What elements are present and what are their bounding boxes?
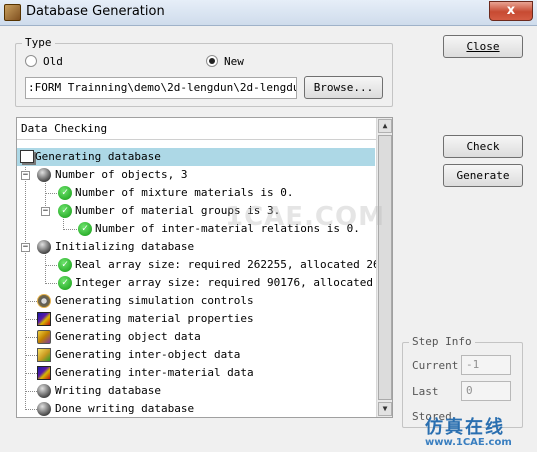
tree-label: Generating inter-material data (55, 366, 254, 379)
tree-connector (63, 229, 77, 230)
tree-connector (45, 193, 57, 194)
gear-icon (37, 294, 51, 308)
collapse-icon[interactable]: − (41, 207, 50, 216)
tree-connector (25, 301, 37, 302)
green-check-icon: ✓ (58, 258, 72, 272)
tree-connector (25, 409, 37, 410)
object-icon (37, 330, 51, 344)
step-info-legend: Step Info (409, 335, 475, 348)
collapse-icon[interactable]: − (21, 243, 30, 252)
window-close-button[interactable]: x (489, 1, 533, 21)
green-check-icon: ✓ (78, 222, 92, 236)
tree-label: Generating material properties (55, 312, 254, 325)
tree-connector (25, 373, 37, 374)
tree-label: Initializing database (55, 240, 195, 253)
tree-label: Number of objects, 3 (55, 168, 188, 181)
browse-button[interactable]: Browse... (304, 76, 383, 99)
material-icon (37, 312, 51, 326)
close-button[interactable]: Close (443, 35, 523, 58)
radio-old-label: Old (43, 55, 63, 68)
collapse-icon[interactable]: − (21, 171, 30, 180)
tree-label: Real array size: required 262255, alloca… (75, 258, 393, 271)
tree-label: Integer array size: required 90176, allo… (75, 276, 393, 289)
app-icon (4, 4, 21, 21)
current-step-label: Current (412, 359, 459, 372)
gray-ball-icon (37, 240, 51, 254)
tree-connector (45, 283, 57, 284)
tree-connector (25, 355, 37, 356)
material-icon (37, 366, 51, 380)
tree-label: Writing database (55, 384, 161, 397)
inter-object-icon (37, 348, 51, 362)
tree-label: Generating simulation controls (55, 294, 254, 307)
green-check-icon: ✓ (58, 204, 72, 218)
tree-label: Number of mixture materials is 0. (75, 186, 294, 199)
book-icon (20, 150, 34, 163)
watermark-cn-text: 仿真在线 (425, 417, 505, 438)
gray-ball-icon (37, 384, 51, 398)
green-check-icon: ✓ (58, 276, 72, 290)
tree-connector (45, 265, 57, 266)
generate-button[interactable]: Generate (443, 164, 523, 187)
current-step-field: -1 (461, 355, 511, 375)
window-title: Database Generation (26, 4, 165, 19)
last-step-field: 0 (461, 381, 511, 401)
tree-vertical-scrollbar[interactable]: ▲ ▼ (376, 118, 392, 417)
watermark-center: 1CAE.COM (225, 202, 385, 232)
gray-ball-icon (37, 168, 51, 182)
tree-label: Generating inter-object data (55, 348, 241, 361)
corner-watermark: 仿真在线 www.1CAE.com (425, 413, 512, 448)
gray-ball-icon (37, 402, 51, 416)
tree-connector (25, 391, 37, 392)
radio-new-label: New (224, 55, 244, 68)
database-path-input[interactable]: :FORM Trainning\demo\2d-lengdun\2d-lengd… (25, 77, 297, 99)
tree-connector (45, 252, 46, 282)
green-check-icon: ✓ (58, 186, 72, 200)
check-button[interactable]: Check (443, 135, 523, 158)
radio-new[interactable] (206, 55, 218, 67)
tree-label: Done writing database (55, 402, 195, 415)
watermark-url-text: www.1CAE.com (425, 437, 512, 448)
title-bar: Database Generation x (0, 0, 537, 26)
data-checking-header: Data Checking (17, 118, 377, 140)
scrollbar-thumb[interactable] (378, 135, 392, 400)
tree-connector (25, 319, 37, 320)
tree-label: Generating object data (55, 330, 201, 343)
radio-old[interactable] (25, 55, 37, 67)
type-group-legend: Type (22, 36, 55, 49)
scroll-down-arrow-icon[interactable]: ▼ (378, 402, 392, 416)
tree-label: Generating database (35, 150, 161, 163)
tree-row-generating-database[interactable]: Generating database (17, 148, 375, 166)
scroll-up-arrow-icon[interactable]: ▲ (378, 119, 392, 133)
tree-connector (25, 337, 37, 338)
tree-connector (25, 162, 26, 408)
last-step-label: Last (412, 385, 439, 398)
data-checking-panel: Data Checking Generating database − Numb… (16, 117, 393, 418)
